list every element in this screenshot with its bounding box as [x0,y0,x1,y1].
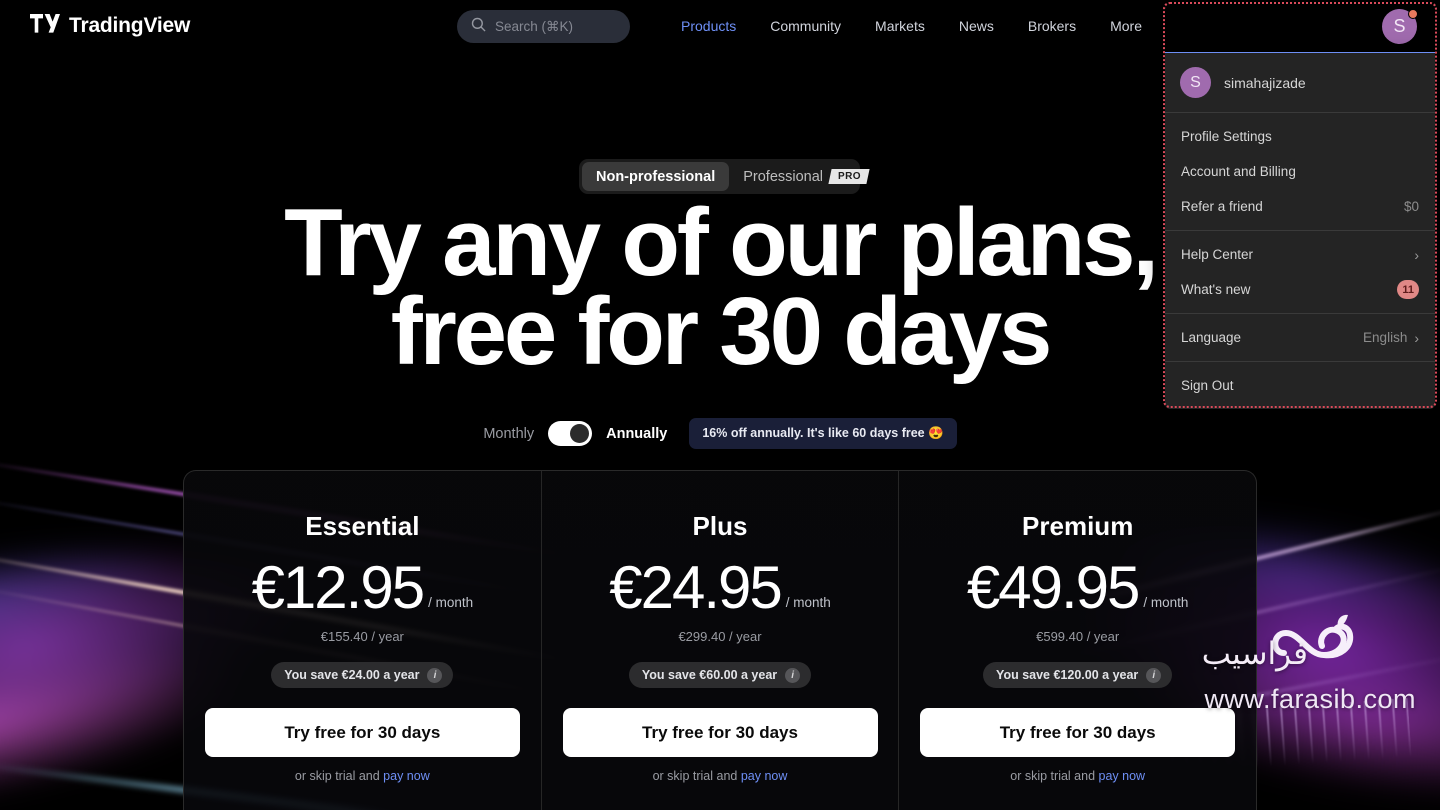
menu-item-profile-settings[interactable]: Profile Settings [1165,119,1435,154]
tab-non-professional[interactable]: Non-professional [582,162,730,191]
refer-a-friend-value: $0 [1403,199,1419,214]
try-free-button[interactable]: Try free for 30 days [920,708,1236,757]
user-menu-avatar: S [1180,67,1211,98]
menu-item-account-and-billing[interactable]: Account and Billing [1165,154,1435,189]
plan-savings-text: You save €60.00 a year [641,668,778,682]
nav-item-news[interactable]: News [942,0,1011,52]
info-icon[interactable]: i [785,667,801,683]
skip-trial-text: or skip trial and [652,769,738,783]
billing-monthly-label[interactable]: Monthly [483,426,534,442]
farasib-infinity-logo-icon [1266,613,1378,680]
try-free-button[interactable]: Try free for 30 days [204,708,520,757]
tradingview-logo-icon [30,14,60,38]
pay-now-link[interactable]: pay now [741,769,788,783]
brand-name: TradingView [69,14,191,37]
skip-trial-text: or skip trial and [1010,769,1096,783]
chevron-right-icon: › [1414,329,1419,346]
user-menu-group-account: Profile Settings Account and Billing Ref… [1165,113,1435,230]
plan-price-row: €49.95 / month [899,558,1256,618]
nav-item-markets[interactable]: Markets [858,0,942,52]
plan-savings-text: You save €24.00 a year [284,668,420,682]
plan-price-period: / month [785,595,831,610]
plan-savings-badge: You save €120.00 a year i [983,662,1173,688]
plan-yearly-price: €599.40 / year [1036,629,1120,644]
tab-professional[interactable]: Professional PRO [729,162,882,191]
menu-item-whats-new[interactable]: What's new 11 [1165,272,1435,307]
pay-now-link[interactable]: pay now [1099,769,1146,783]
search-icon [471,17,486,37]
user-menu-profile-header[interactable]: S simahajizade [1165,53,1435,112]
hero-title-line-2: free for 30 days [390,278,1053,386]
plan-yearly-price: €155.40 / year [320,629,404,644]
menu-item-help-center[interactable]: Help Center › [1165,237,1435,272]
user-menu-username: simahajizade [1224,74,1306,91]
skip-trial-row: or skip trial and pay now [899,769,1256,783]
main-nav: Products Community Markets News Brokers … [664,0,1159,52]
skip-trial-row: or skip trial and pay now [542,769,899,783]
plan-price-period: / month [428,595,474,610]
user-menu-group-language: Language English › [1165,314,1435,361]
avatar-initial: S [1393,16,1406,36]
skip-trial-row: or skip trial and pay now [184,769,541,783]
menu-item-refer-a-friend[interactable]: Refer a friend $0 [1165,189,1435,224]
plan-name: Essential [305,511,420,541]
info-icon[interactable]: i [1146,667,1162,683]
user-menu-group-help: Help Center › What's new 11 [1165,231,1435,313]
chevron-right-icon: › [1414,246,1419,263]
user-menu-group-signout: Sign Out [1165,362,1435,409]
billing-period-toggle[interactable] [548,421,593,446]
plan-card-plus: Plus €24.95 / month €299.40 / year You s… [540,471,899,810]
user-menu-dropdown: S simahajizade Profile Settings Account … [1165,52,1435,409]
plan-savings-text: You save €120.00 a year [996,668,1139,682]
plan-name: Plus [692,511,748,541]
search-input[interactable]: Search (⌘K) [457,10,630,43]
plan-price: €12.95 [251,554,426,621]
plan-price: €24.95 [609,554,783,621]
plan-savings-badge: You save €60.00 a year i [628,662,812,688]
billing-annually-label[interactable]: Annually [606,426,667,442]
plan-price-row: €12.95 / month [184,558,541,618]
page-root: TradingView Search (⌘K) Products Communi… [0,0,1440,810]
top-header: TradingView Search (⌘K) Products Communi… [0,0,1440,52]
try-free-button[interactable]: Try free for 30 days [562,708,878,757]
plan-name: Premium [1022,511,1134,541]
whats-new-badge: 11 [1397,280,1419,299]
nav-item-community[interactable]: Community [753,0,858,52]
nav-item-products[interactable]: Products [664,0,753,52]
plan-yearly-price: €299.40 / year [678,629,762,644]
plan-card-premium: Premium €49.95 / month €599.40 / year Yo… [898,471,1256,810]
notification-dot [1408,9,1418,19]
toggle-knob [570,424,590,443]
plan-card-essential: Essential €12.95 / month €155.40 / year … [184,471,541,810]
plan-price-period: / month [1143,595,1189,610]
tradingview-logo[interactable]: TradingView [30,14,190,38]
pricing-cards: Essential €12.95 / month €155.40 / year … [183,470,1257,810]
annual-discount-badge: 16% off annually. It's like 60 days free… [689,418,957,449]
search-placeholder: Search (⌘K) [495,18,574,34]
billing-period-row: Monthly Annually 16% off annually. It's … [0,418,1440,449]
pro-badge: PRO [828,169,870,184]
user-avatar-button[interactable]: S [1382,9,1418,44]
pay-now-link[interactable]: pay now [383,769,430,783]
menu-item-language[interactable]: Language English › [1165,320,1435,355]
plan-price: €49.95 [966,554,1141,621]
plan-price-row: €24.95 / month [542,558,899,618]
skip-trial-text: or skip trial and [294,769,380,783]
menu-item-sign-out[interactable]: Sign Out [1165,368,1435,403]
nav-item-more[interactable]: More [1093,0,1159,52]
nav-item-brokers[interactable]: Brokers [1011,0,1093,52]
info-icon[interactable]: i [427,667,443,683]
language-value: English [1363,330,1408,345]
plan-savings-badge: You save €24.00 a year i [271,662,454,688]
